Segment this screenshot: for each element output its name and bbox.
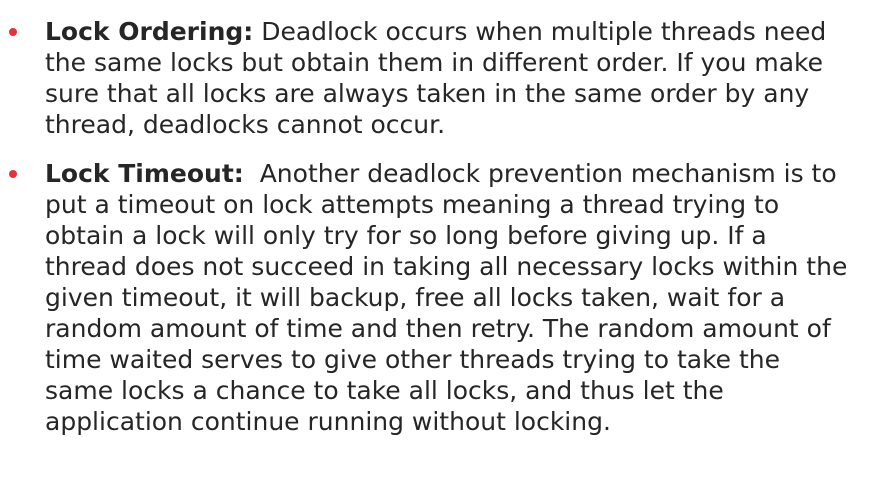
slide-content: Lock Ordering: Deadlock occurs when mult… [0,0,894,484]
bullet-text-line: Lock Ordering: Deadlock occurs when mult… [45,16,826,47]
bullet-text-line: given timeout, it will backup, free all … [45,283,786,312]
bullet-dot-icon [9,28,17,36]
bullet-text-line: sure that all locks are always taken in … [45,79,810,108]
bullet-text-line: time waited serves to give other threads… [45,345,781,374]
bullet-text: Deadlock occurs when multiple threads ne… [253,17,827,46]
bullet-text-line: random amount of time and then retry. Th… [45,314,831,343]
bullet-term: Lock Timeout: [45,159,244,188]
bullet-term: Lock Ordering: [45,17,254,46]
bullet-text-line: put a timeout on lock attempts meaning a… [45,190,780,219]
bullet-text-line: Lock Timeout: Another deadlock preventio… [45,158,837,189]
bullet-text-line: same locks a chance to take all locks, a… [45,376,724,405]
bullet-dot-icon [9,170,17,178]
bullet-text-line: application continue running without loc… [45,407,611,436]
bullet-text-line: the same locks but obtain them in differ… [45,48,824,77]
bullet-text-line: thread does not succeed in taking all ne… [45,252,848,281]
bullet-text-line: obtain a lock will only try for so long … [45,221,767,250]
bullet-text-line: thread, deadlocks cannot occur. [45,110,446,139]
bullet-text: Another deadlock prevention mechanism is… [243,159,837,188]
